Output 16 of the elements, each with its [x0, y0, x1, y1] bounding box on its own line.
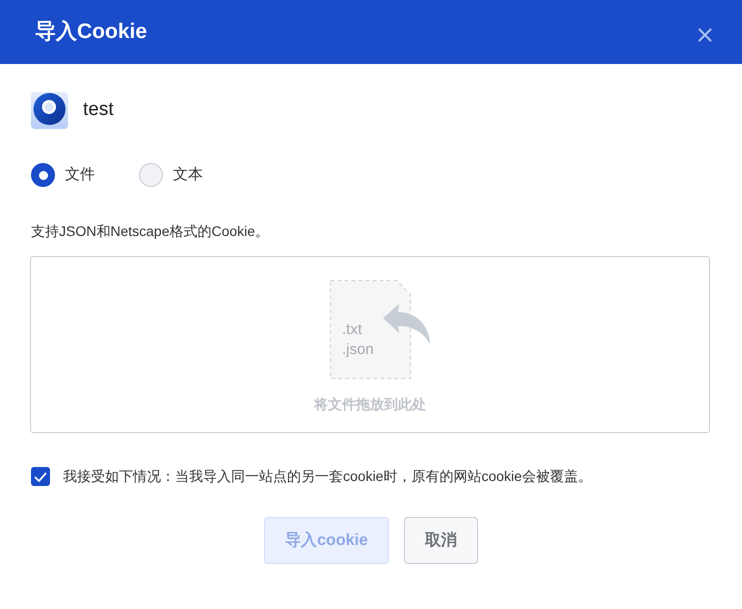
radio-icon[interactable]: [31, 163, 55, 187]
drop-hint: 将文件拖放到此处: [314, 395, 426, 414]
file-type-label: .txt: [342, 320, 364, 340]
radio-option[interactable]: 文本: [139, 163, 203, 187]
checkbox-icon[interactable]: [31, 467, 50, 486]
radio-option[interactable]: 文件: [31, 163, 95, 187]
agreement-checkbox[interactable]: 我接受如下情况：当我导入同一站点的另一套cookie时，原有的网站cookie会被覆盖。: [30, 466, 712, 487]
curved-arrow-icon: [383, 304, 431, 345]
help-text: 支持JSON和Netscape格式的Cookie。: [30, 222, 270, 241]
dialog-title: 导入Cookie: [35, 19, 148, 46]
cancel-button[interactable]: 取消: [404, 517, 478, 564]
file-type-label: .json: [342, 340, 374, 360]
document-icon: [330, 280, 411, 379]
radio-icon[interactable]: [139, 163, 163, 187]
profile-name: test: [83, 98, 114, 122]
ring-icon: [31, 92, 68, 129]
